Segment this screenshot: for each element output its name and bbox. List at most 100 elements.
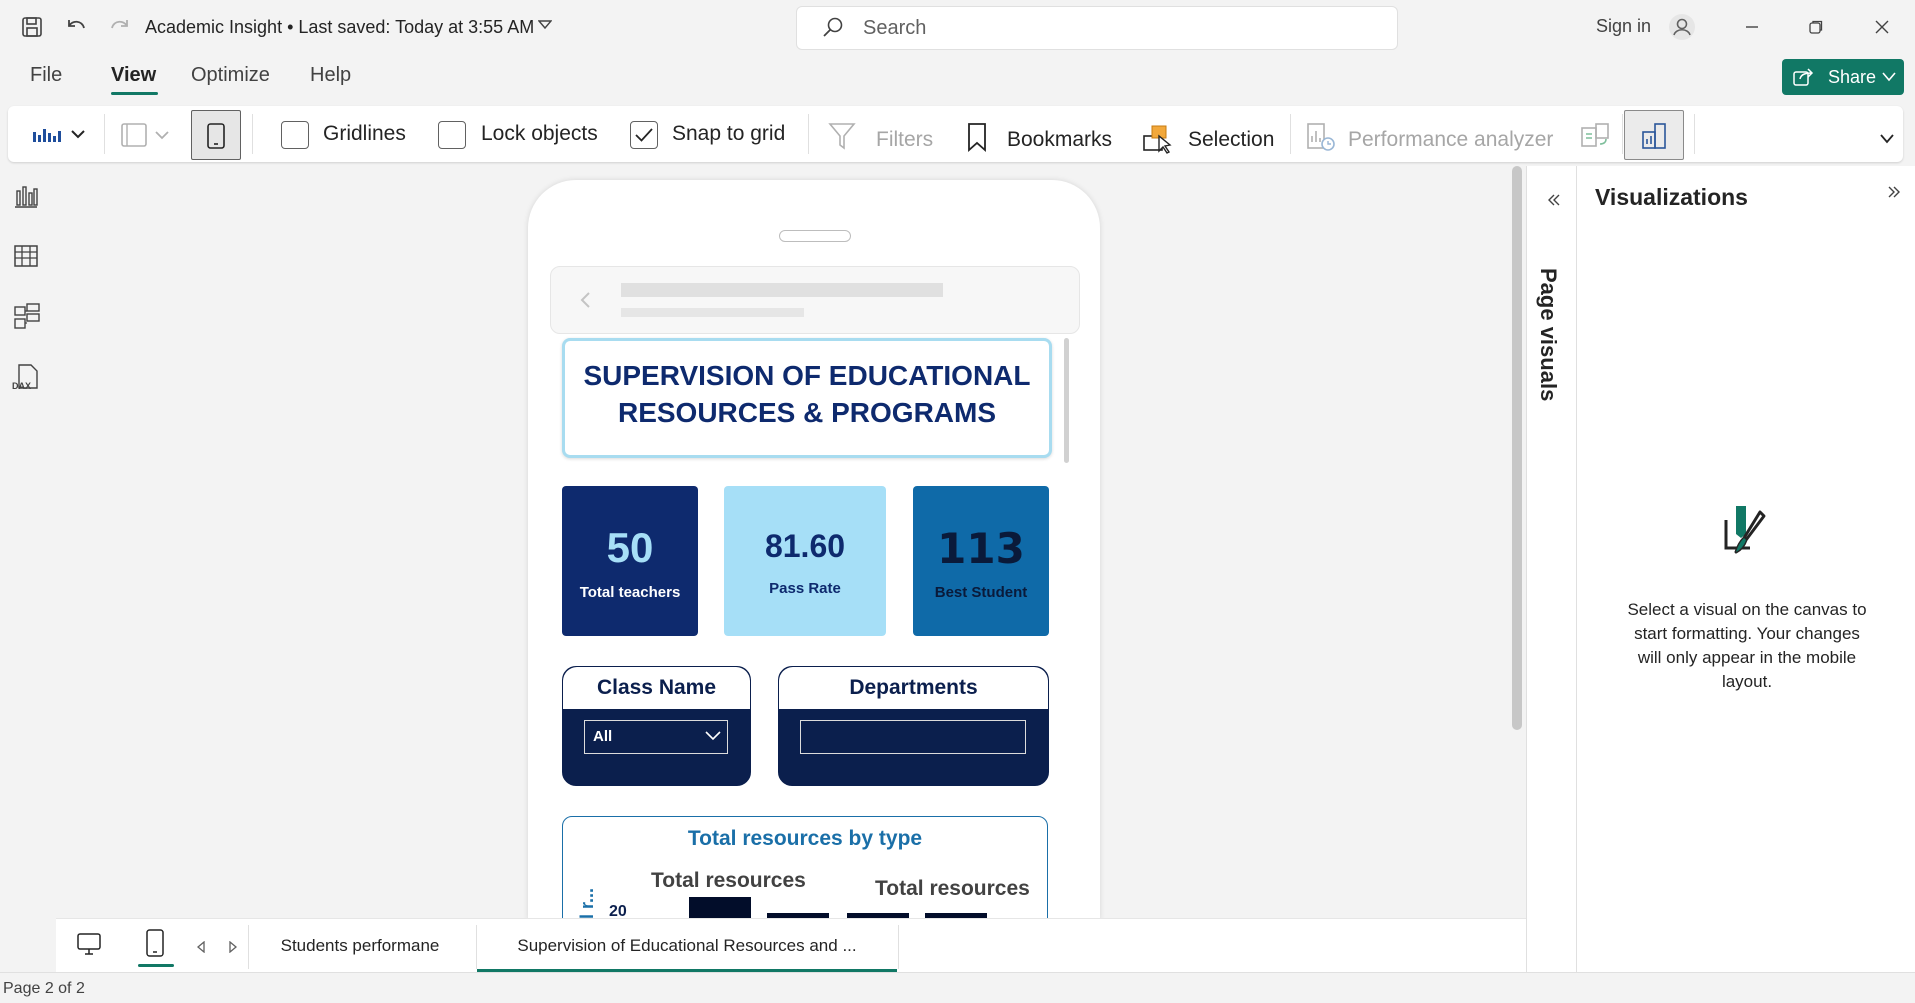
- redo-icon[interactable]: [100, 7, 140, 47]
- selection-label[interactable]: Selection: [1188, 128, 1274, 152]
- phone-app-header: [550, 266, 1080, 334]
- menu-bar: File View Optimize Help Share: [0, 56, 1915, 106]
- tab-scroll-left-icon[interactable]: [196, 941, 206, 953]
- chevron-down-icon: [1882, 72, 1896, 82]
- filters-label[interactable]: Filters: [876, 128, 933, 152]
- chart-title: Total resources by type: [687, 827, 923, 850]
- dax-query-view-icon[interactable]: DAX: [11, 362, 41, 392]
- search-input[interactable]: Search: [796, 6, 1398, 50]
- lock-objects-checkbox[interactable]: [438, 121, 466, 149]
- share-button[interactable]: Share: [1782, 59, 1904, 95]
- departments-slicer[interactable]: Departments: [778, 666, 1049, 786]
- tab-students-performance[interactable]: Students performane: [248, 919, 472, 973]
- theme-gallery-icon[interactable]: [32, 124, 88, 144]
- menu-file[interactable]: File: [30, 64, 62, 87]
- status-bar: Page 2 of 2: [0, 972, 1915, 1003]
- title-bar: Academic Insight • Last saved: Today at …: [0, 0, 1915, 56]
- table-view-icon[interactable]: [13, 243, 39, 269]
- avatar-icon[interactable]: [1668, 13, 1696, 41]
- active-menu-indicator: [111, 92, 158, 95]
- gridlines-label: Gridlines: [323, 122, 406, 145]
- resources-by-type-chart[interactable]: Total resources by type al r... Total re…: [562, 816, 1048, 920]
- report-title-card[interactable]: SUPERVISION OF EDUCATIONAL RESOURCES & P…: [562, 338, 1052, 458]
- snap-to-grid-checkbox[interactable]: [630, 121, 658, 149]
- ribbon: Gridlines Lock objects Snap to grid Filt…: [8, 106, 1903, 162]
- back-arrow-icon: [579, 291, 591, 309]
- save-icon[interactable]: [12, 7, 52, 47]
- svg-text:DAX: DAX: [12, 381, 31, 391]
- menu-view[interactable]: View: [111, 64, 156, 87]
- filter-icon[interactable]: [828, 121, 856, 151]
- sign-in-link[interactable]: Sign in: [1596, 16, 1651, 37]
- view-switcher-rail: DAX: [0, 166, 56, 972]
- lock-objects-label: Lock objects: [481, 122, 598, 145]
- share-label: Share: [1828, 67, 1877, 87]
- sync-slicers-icon[interactable]: [1580, 122, 1612, 152]
- canvas-scrollbar[interactable]: [1512, 166, 1522, 730]
- format-paintbrush-icon: [1722, 500, 1778, 558]
- snap-to-grid-label: Snap to grid: [672, 122, 786, 145]
- header-placeholder-bar: [621, 283, 943, 297]
- class-name-dropdown[interactable]: All: [584, 720, 728, 754]
- bookmark-icon[interactable]: [966, 122, 988, 152]
- document-title[interactable]: Academic Insight • Last saved: Today at …: [145, 17, 534, 38]
- departments-dropdown[interactable]: [800, 720, 1026, 754]
- chevron-down-icon: [705, 731, 721, 741]
- page-tab-bar: Students performane Supervision of Educa…: [56, 918, 1526, 973]
- tab-scroll-right-icon[interactable]: [228, 941, 238, 953]
- model-view-icon[interactable]: [13, 302, 41, 330]
- visualizations-message: Select a visual on the canvas to start f…: [1627, 600, 1867, 691]
- kpi-card-pass-rate[interactable]: 81.60 Pass Rate: [724, 486, 886, 636]
- search-placeholder: Search: [863, 17, 927, 39]
- kpi-value: 81.60: [764, 528, 846, 564]
- menu-help[interactable]: Help: [310, 64, 351, 87]
- bookmarks-label[interactable]: Bookmarks: [1007, 128, 1112, 152]
- slicer-title: Class Name: [563, 667, 750, 709]
- performance-analyzer-label[interactable]: Performance analyzer: [1348, 128, 1553, 152]
- collapse-right-icon[interactable]: [1887, 186, 1901, 198]
- visualizations-pane: Visualizations Select a visual on the ca…: [1576, 166, 1915, 972]
- undo-icon[interactable]: [56, 7, 96, 47]
- visualizations-title: Visualizations: [1595, 184, 1748, 210]
- tab-supervision[interactable]: Supervision of Educational Resources and…: [477, 919, 897, 973]
- phone-icon: [207, 123, 225, 149]
- report-title: SUPERVISION OF EDUCATIONAL RESOURCES & P…: [583, 360, 1031, 428]
- mobile-layout-button[interactable]: [191, 110, 241, 160]
- selection-icon[interactable]: [1142, 124, 1174, 154]
- chart-legend-right: Total resources: [875, 877, 1030, 900]
- report-view-icon[interactable]: [13, 183, 39, 209]
- share-icon: [1793, 68, 1815, 86]
- chart-bar[interactable]: [689, 897, 751, 920]
- gridlines-checkbox[interactable]: [281, 121, 309, 149]
- menu-optimize[interactable]: Optimize: [191, 64, 270, 87]
- page-indicator: Page 2 of 2: [3, 980, 85, 997]
- header-placeholder-bar: [621, 308, 804, 317]
- chart-y-axis-label: al r...: [577, 887, 597, 920]
- class-name-slicer[interactable]: Class Name All: [562, 666, 751, 786]
- kpi-value: 50: [606, 524, 654, 571]
- desktop-layout-icon[interactable]: [76, 931, 102, 957]
- performance-analyzer-icon[interactable]: [1306, 122, 1336, 152]
- visual-table-button[interactable]: [1624, 110, 1684, 160]
- mobile-layout-phone: SUPERVISION OF EDUCATIONAL RESOURCES & P…: [528, 180, 1100, 920]
- kpi-card-best-student[interactable]: 113 Best Student: [913, 486, 1049, 636]
- phone-notch: [779, 230, 851, 242]
- chart-legend-left: Total resources: [651, 869, 806, 892]
- close-icon[interactable]: [1862, 7, 1902, 47]
- active-layout-indicator: [138, 964, 174, 967]
- dropdown-value: All: [593, 728, 613, 745]
- kpi-label: Total teachers: [579, 584, 681, 601]
- expand-left-icon[interactable]: [1547, 194, 1561, 206]
- mobile-layout-icon[interactable]: [146, 929, 164, 957]
- restore-icon[interactable]: [1796, 7, 1836, 47]
- kpi-label: Best Student: [934, 584, 1028, 601]
- chevron-down-icon[interactable]: [538, 20, 552, 30]
- phone-scrollbar[interactable]: [1064, 338, 1069, 463]
- visual-table-icon: [1641, 122, 1669, 150]
- kpi-card-total-teachers[interactable]: 50 Total teachers: [562, 486, 698, 636]
- minimize-icon[interactable]: [1732, 7, 1772, 47]
- page-view-icon[interactable]: [120, 120, 176, 148]
- page-visuals-label[interactable]: Page visuals: [1535, 268, 1561, 401]
- slicer-title: Departments: [779, 667, 1048, 709]
- ribbon-expand-icon[interactable]: [1880, 134, 1894, 144]
